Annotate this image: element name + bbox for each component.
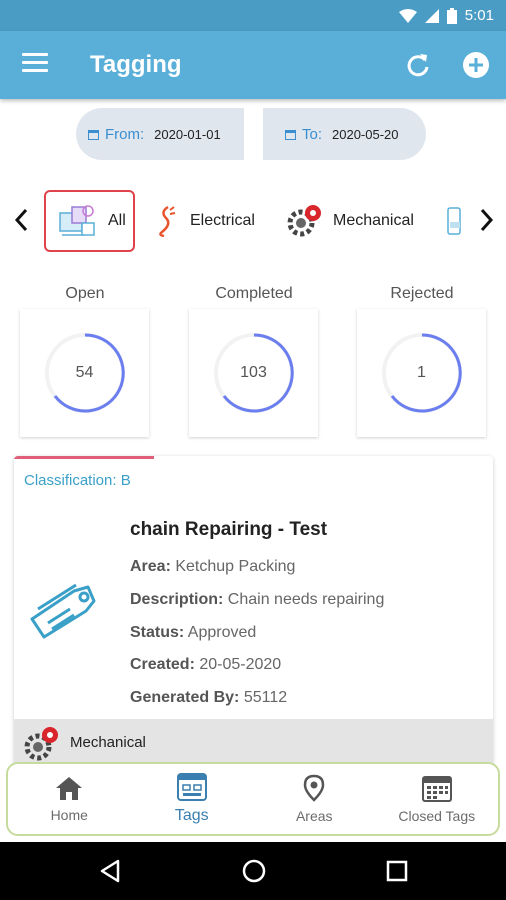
- tag-description: Description: Chain needs repairing: [130, 591, 384, 609]
- field-label: Status:: [130, 624, 185, 641]
- recent-apps-icon[interactable]: [384, 858, 410, 884]
- home-circle-icon[interactable]: [241, 858, 267, 884]
- category-electrical[interactable]: Electrical: [154, 190, 255, 252]
- category-label: Electrical: [190, 212, 255, 229]
- footer-category-label: Mechanical: [70, 734, 146, 751]
- stat-value: 103: [240, 364, 267, 381]
- field-value: 55112: [243, 689, 288, 706]
- stat-value: 54: [75, 364, 94, 381]
- category-all[interactable]: All: [44, 190, 135, 252]
- hamburger-icon: [22, 53, 48, 56]
- wifi-icon: [398, 8, 417, 23]
- date-from-label: From:: [105, 125, 145, 143]
- mechanical-gear-icon: [24, 726, 58, 760]
- status-bar: 5:01: [0, 0, 506, 31]
- card-accent-line: [14, 456, 154, 459]
- refresh-icon[interactable]: [404, 51, 432, 79]
- category-label: All: [108, 212, 126, 229]
- progress-ring: 103: [211, 330, 297, 416]
- calendar-icon: [285, 129, 296, 140]
- chevron-right-icon[interactable]: [476, 206, 496, 234]
- date-from-picker[interactable]: From: 2020-01-01: [76, 108, 244, 160]
- add-icon[interactable]: [462, 51, 490, 79]
- tag-area: Area: Ketchup Packing: [130, 558, 295, 576]
- progress-ring: 54: [42, 330, 128, 416]
- category-partial[interactable]: [446, 190, 464, 252]
- tag-status: Status: Approved: [130, 624, 256, 642]
- nav-closed-tags[interactable]: Closed Tags: [376, 764, 499, 834]
- nav-areas[interactable]: Areas: [253, 764, 376, 834]
- field-label: Area:: [130, 558, 171, 575]
- menu-button[interactable]: [22, 53, 48, 75]
- field-label: Created:: [130, 656, 195, 673]
- location-pin-icon: [303, 774, 325, 802]
- field-value: Approved: [187, 624, 257, 641]
- category-icon: [447, 207, 461, 235]
- field-value: 20-05-2020: [199, 656, 282, 673]
- calendar-icon: [88, 129, 99, 140]
- mechanical-gear-icon: [287, 205, 321, 237]
- field-value: Ketchup Packing: [175, 558, 296, 575]
- tag-icon: [30, 583, 96, 639]
- system-navigation-bar: [0, 842, 506, 900]
- electrical-icon: [159, 205, 176, 238]
- tag-title: chain Repairing - Test: [130, 519, 328, 540]
- hamburger-line: [22, 69, 48, 72]
- stat-card-rejected[interactable]: 1: [357, 309, 486, 437]
- nav-tags[interactable]: Tags: [131, 764, 254, 834]
- signal-icon: [424, 8, 439, 23]
- chevron-left-icon[interactable]: [12, 206, 32, 234]
- stat-card-open[interactable]: 54: [20, 309, 149, 437]
- nav-label: Areas: [295, 808, 333, 824]
- stat-card-completed[interactable]: 103: [189, 309, 318, 437]
- app-bar: Tagging: [0, 31, 506, 99]
- category-label: Mechanical: [333, 212, 414, 229]
- field-value: Chain needs repairing: [227, 591, 385, 608]
- date-to-picker[interactable]: To: 2020-05-20: [263, 108, 426, 160]
- tag-generated-by: Generated By: 55112: [130, 689, 287, 707]
- clock: 5:01: [464, 7, 494, 24]
- hamburger-line: [22, 61, 48, 64]
- stat-value: 1: [417, 364, 426, 381]
- battery-icon: [446, 7, 457, 24]
- home-icon: [56, 777, 83, 800]
- date-to-value: 2020-05-20: [332, 126, 399, 142]
- tag-card[interactable]: Classification: B chain Repairing - Test…: [14, 456, 493, 766]
- tags-icon: [176, 773, 207, 801]
- classification-label: Classification: B: [24, 472, 131, 489]
- all-category-icon: [59, 205, 95, 236]
- back-icon[interactable]: [98, 858, 124, 884]
- stat-title-rejected: Rejected: [390, 285, 454, 302]
- category-mechanical[interactable]: Mechanical: [285, 190, 414, 252]
- field-label: Description:: [130, 591, 224, 608]
- date-from-value: 2020-01-01: [154, 126, 221, 142]
- nav-label: Home: [50, 807, 88, 823]
- stat-title-open: Open: [65, 285, 105, 302]
- calendar-icon: [421, 776, 452, 802]
- nav-label: Tags: [174, 807, 209, 824]
- nav-label: Closed Tags: [398, 808, 476, 824]
- stat-title-completed: Completed: [215, 285, 293, 302]
- progress-ring: 1: [379, 330, 465, 416]
- date-to-label: To:: [302, 125, 323, 143]
- page-title: Tagging: [90, 51, 182, 78]
- bottom-navigation: Home Tags Areas Closed Tags: [6, 762, 500, 836]
- tag-category-footer: Mechanical: [14, 719, 493, 766]
- nav-home[interactable]: Home: [8, 764, 131, 834]
- tag-created: Created: 20-05-2020: [130, 656, 281, 674]
- field-label: Generated By:: [130, 689, 240, 706]
